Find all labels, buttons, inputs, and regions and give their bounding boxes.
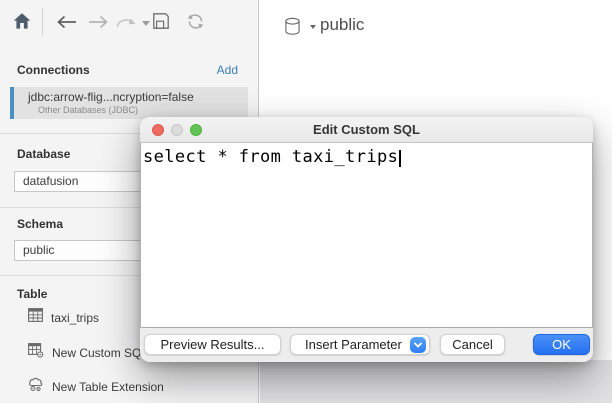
cancel-button[interactable]: Cancel <box>440 334 505 355</box>
forward-icon[interactable] <box>88 15 109 29</box>
ok-button[interactable]: OK <box>533 334 590 355</box>
database-cylinder-icon <box>284 17 302 42</box>
toolbar <box>0 0 259 44</box>
chevron-down-icon[interactable] <box>410 337 426 353</box>
add-connection-link[interactable]: Add <box>217 63 238 77</box>
close-button[interactable] <box>152 124 164 136</box>
data-grid-area <box>260 360 612 403</box>
table-item-label: taxi_trips <box>51 311 99 325</box>
connections-header: Connections Add <box>17 63 238 77</box>
sql-text: select * from taxi_trips <box>143 147 398 167</box>
table-item-taxi-trips[interactable]: taxi_trips <box>28 308 99 327</box>
dialog-title: Edit Custom SQL <box>313 122 420 137</box>
dialog-titlebar[interactable]: Edit Custom SQL <box>140 117 593 143</box>
database-label: Database <box>17 147 70 161</box>
schema-value: public <box>23 243 54 257</box>
insert-parameter-button[interactable]: Insert Parameter <box>290 334 430 355</box>
new-table-extension-item[interactable]: New Table Extension <box>28 376 164 397</box>
tableau-datasource-window: Connections Add jdbc:arrow-flig...ncrypt… <box>0 0 612 403</box>
database-value: datafusion <box>23 174 78 188</box>
zoom-button[interactable] <box>190 124 202 136</box>
sql-text-editor[interactable]: select * from taxi_trips <box>140 143 593 328</box>
connection-name: jdbc:arrow-flig...ncryption=false <box>28 90 244 104</box>
preview-results-button[interactable]: Preview Results... <box>144 334 281 355</box>
new-table-extension-label: New Table Extension <box>52 380 164 394</box>
insert-parameter-label: Insert Parameter <box>305 337 402 352</box>
save-icon[interactable] <box>152 12 170 30</box>
redo-icon[interactable] <box>115 16 141 29</box>
toolbar-separator <box>42 8 43 35</box>
table-label: Table <box>17 287 47 301</box>
datasource-name[interactable]: public <box>320 15 364 35</box>
dialog-button-row: Preview Results... Insert Parameter Canc… <box>140 328 593 362</box>
redo-dropdown-caret-icon[interactable] <box>142 21 150 26</box>
edit-custom-sql-dialog: Edit Custom SQL select * from taxi_trips… <box>140 117 593 362</box>
datasource-dropdown-caret[interactable] <box>310 25 316 29</box>
connection-item-selected[interactable]: jdbc:arrow-flig...ncryption=false Other … <box>10 87 248 119</box>
refresh-icon[interactable] <box>185 12 206 31</box>
window-controls <box>152 124 202 136</box>
canvas-header: public <box>284 15 364 35</box>
connection-type: Other Databases (JDBC) <box>38 105 244 115</box>
schema-label: Schema <box>17 217 63 231</box>
new-custom-sql-label: New Custom SQL <box>52 346 148 360</box>
new-custom-sql-item[interactable]: New Custom SQL <box>28 343 148 363</box>
custom-sql-icon <box>28 343 44 363</box>
connections-title: Connections <box>17 63 90 77</box>
back-icon[interactable] <box>56 15 77 29</box>
text-cursor <box>399 150 401 167</box>
table-grid-icon <box>28 308 43 327</box>
table-extension-icon <box>28 376 44 397</box>
minimize-button <box>171 124 183 136</box>
home-icon[interactable] <box>12 11 32 31</box>
